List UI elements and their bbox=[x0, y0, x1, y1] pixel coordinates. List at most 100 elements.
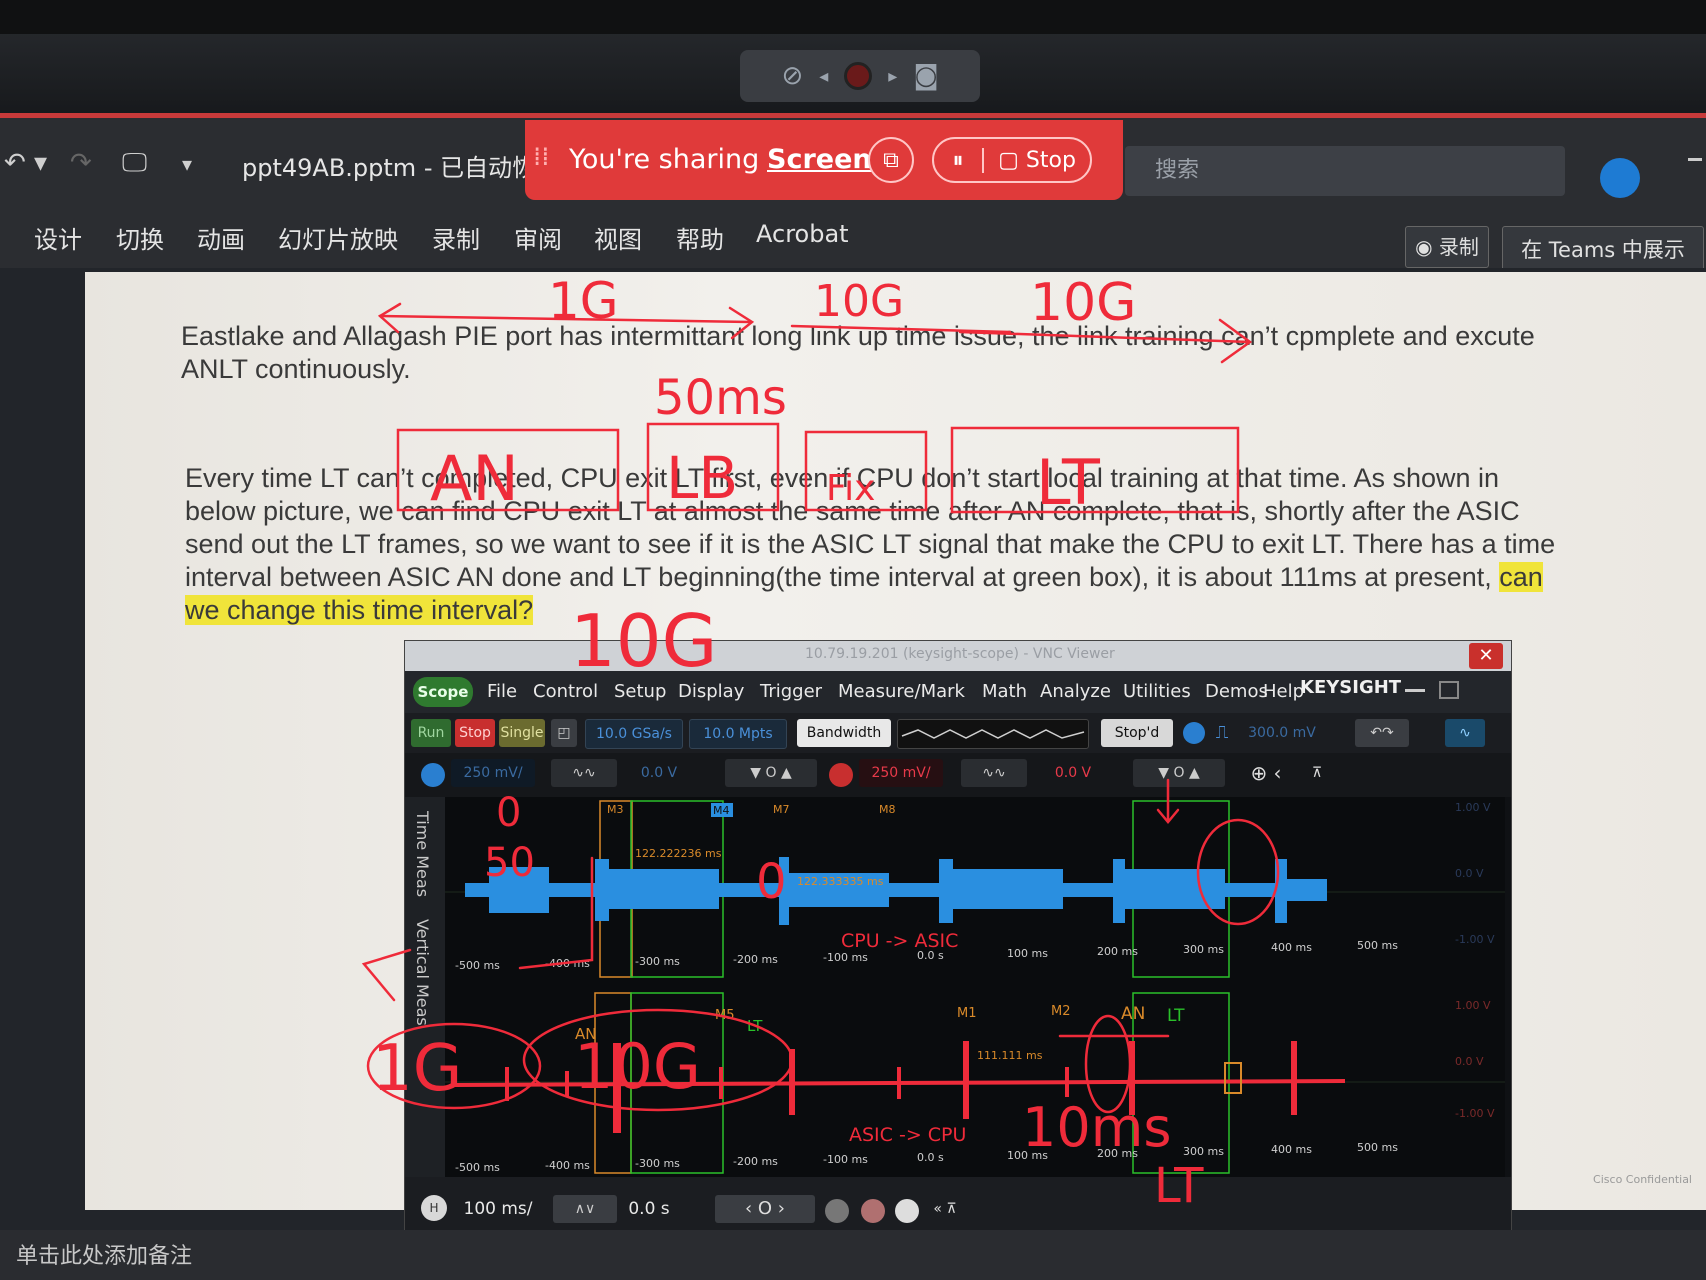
sample-rate-field[interactable]: 10.0 GSa/s bbox=[585, 719, 683, 749]
tab-review[interactable]: 审阅 bbox=[514, 220, 562, 255]
tick-top-6: 100 ms bbox=[1007, 947, 1048, 960]
collapse-pin-icon[interactable]: « ⊼ bbox=[925, 1195, 965, 1223]
ch1-scale-field[interactable]: 250 mV/ bbox=[451, 759, 535, 787]
menu-display[interactable]: Display bbox=[678, 681, 744, 702]
tab-acrobat[interactable]: Acrobat bbox=[756, 220, 849, 248]
camera-bar: ⊘ ◂ ▸ ◙ bbox=[740, 50, 980, 102]
screen-share-banner: ⁞⁞ You're sharing Screen ⧉ ⏸ ▢ Stop bbox=[525, 120, 1123, 200]
menu-setup[interactable]: Setup bbox=[614, 681, 666, 702]
pin-icon[interactable]: ⊼ bbox=[1305, 759, 1329, 787]
tick-top-3: -200 ms bbox=[733, 953, 778, 966]
wave-icon[interactable]: ∿ bbox=[1445, 719, 1485, 747]
minimize-icon[interactable] bbox=[1688, 158, 1702, 161]
search-box[interactable]: 搜索 bbox=[1125, 146, 1565, 196]
tab-time-meas[interactable]: Time Meas bbox=[413, 811, 432, 897]
asic-cpu-label: ASIC -> CPU bbox=[849, 1124, 966, 1146]
close-icon[interactable]: ✕ bbox=[1469, 643, 1503, 669]
channel1-icon[interactable] bbox=[421, 763, 445, 787]
tick-top-7: 200 ms bbox=[1097, 945, 1138, 958]
timebase-field[interactable]: 100 ms/ bbox=[453, 1195, 543, 1223]
tab-animations[interactable]: 动画 bbox=[197, 220, 245, 255]
tick-bot-2: -300 ms bbox=[635, 1157, 680, 1170]
tab-help[interactable]: 帮助 bbox=[676, 220, 724, 255]
maximize-icon[interactable] bbox=[1439, 681, 1459, 699]
menu-demos[interactable]: Demos bbox=[1205, 681, 1268, 702]
stop-button[interactable]: Stop bbox=[455, 719, 495, 747]
menu-trigger[interactable]: Trigger bbox=[760, 681, 822, 702]
menu-math[interactable]: Math bbox=[982, 681, 1027, 702]
zoom-icon[interactable] bbox=[825, 1199, 849, 1223]
vnc-titlebar: 10.79.19.201 (keysight-scope) - VNC View… bbox=[405, 641, 1511, 671]
camera-off-icon[interactable]: ⊘ bbox=[781, 61, 803, 91]
horizontal-icon[interactable]: H bbox=[421, 1195, 447, 1221]
menu-help[interactable]: Help bbox=[1263, 681, 1304, 702]
undo-icon[interactable]: ↶ ▾ bbox=[4, 148, 47, 178]
autoscale-icon[interactable]: ◰ bbox=[551, 719, 577, 747]
notes-placeholder: 单击此处添加备注 bbox=[16, 1244, 193, 1269]
menu-file[interactable]: File bbox=[487, 681, 517, 702]
ch1-adjust-icons[interactable]: ▼ O ▲ bbox=[725, 759, 817, 787]
memory-depth-field[interactable]: 10.0 Mpts bbox=[689, 719, 787, 749]
stop-share-button[interactable]: ▢ Stop bbox=[984, 148, 1090, 173]
ch2-coupling-icon[interactable]: ∿∿ bbox=[961, 759, 1027, 787]
marker-m7: M7 bbox=[773, 803, 790, 816]
ch2-offset-field[interactable]: 0.0 V bbox=[1033, 759, 1113, 787]
notes-pane[interactable]: 单击此处添加备注 bbox=[0, 1230, 1706, 1280]
tick-bot-8: 300 ms bbox=[1183, 1145, 1224, 1158]
record-icon[interactable] bbox=[861, 1199, 885, 1223]
camera-icon[interactable]: ◙ bbox=[913, 61, 938, 91]
present-icon[interactable]: 🖵 bbox=[122, 148, 147, 179]
pause-share-button[interactable]: ⏸ bbox=[934, 147, 985, 173]
record-button[interactable]: ◉ 录制 bbox=[1405, 226, 1489, 268]
tab-transitions[interactable]: 切换 bbox=[116, 220, 164, 255]
tab-vertical-meas[interactable]: Vertical Meas bbox=[413, 919, 432, 1026]
clock-icon[interactable] bbox=[895, 1199, 919, 1223]
avatar[interactable] bbox=[1600, 158, 1640, 198]
record-dot-icon[interactable] bbox=[844, 62, 873, 90]
tab-record[interactable]: 录制 bbox=[432, 220, 480, 255]
menu-measure-mark[interactable]: Measure/Mark bbox=[838, 681, 965, 702]
bezel-top bbox=[0, 0, 1706, 34]
trigger-source-icon[interactable] bbox=[1183, 722, 1205, 744]
add-channel-icon[interactable]: ⊕ ‹ bbox=[1241, 759, 1291, 787]
ch2-scale-field[interactable]: 250 mV/ bbox=[859, 759, 943, 787]
timebase-adjust-icon[interactable]: ∧∨ bbox=[553, 1195, 617, 1223]
ch2-adjust-icons[interactable]: ▼ O ▲ bbox=[1133, 759, 1225, 787]
delay-adjust-icons[interactable]: ‹ O › bbox=[715, 1195, 815, 1223]
share-options-icon[interactable]: ⧉ bbox=[868, 137, 914, 183]
ch1-offset-field[interactable]: 0.0 V bbox=[619, 759, 699, 787]
para1-line2: ANLT continuously. bbox=[181, 354, 411, 384]
tab-slideshow[interactable]: 幻灯片放映 bbox=[278, 220, 398, 255]
volt-bottom-3: -1.00 V bbox=[1455, 1107, 1495, 1120]
delay-field[interactable]: 0.0 s bbox=[619, 1195, 679, 1223]
redo-icon[interactable]: ↷ bbox=[70, 148, 92, 178]
tab-design[interactable]: 设计 bbox=[34, 220, 82, 255]
bandwidth-button[interactable]: Bandwidth bbox=[797, 719, 891, 747]
marker-m4: M4 bbox=[713, 804, 730, 817]
confidential-label: Cisco Confidential bbox=[1593, 1173, 1692, 1186]
menu-control[interactable]: Control bbox=[533, 681, 598, 702]
undo-redo-icon[interactable]: ↶↷ bbox=[1355, 719, 1409, 747]
scope-logo-button[interactable]: Scope bbox=[413, 677, 473, 707]
menu-analyze[interactable]: Analyze bbox=[1040, 681, 1111, 702]
ch1-coupling-icon[interactable]: ∿∿ bbox=[551, 759, 617, 787]
channel2-icon[interactable] bbox=[829, 763, 853, 787]
trigger-level-field[interactable]: 300.0 mV bbox=[1237, 719, 1327, 747]
sharing-target-link[interactable]: Screen bbox=[767, 144, 872, 175]
tick-top-1: -400 ms bbox=[545, 957, 590, 970]
customize-qat-icon[interactable]: ▾ bbox=[182, 152, 192, 176]
present-in-teams-button[interactable]: 在 Teams 中展示 bbox=[1502, 226, 1704, 274]
waveform-plot: M3 M4 M7 M8 122.222236 ms 122.333335 ms … bbox=[445, 797, 1505, 1177]
marker-m3: M3 bbox=[607, 803, 624, 816]
drag-handle-icon[interactable]: ⁞⁞ bbox=[533, 142, 550, 172]
run-button[interactable]: Run bbox=[411, 719, 451, 747]
para2-line3: send out the LT frames, so we want to se… bbox=[185, 529, 1556, 559]
tick-top-5: 0.0 s bbox=[917, 949, 944, 962]
rising-edge-icon[interactable]: ⎍ bbox=[1211, 719, 1233, 747]
menu-utilities[interactable]: Utilities bbox=[1123, 681, 1191, 702]
tab-view[interactable]: 视图 bbox=[594, 220, 642, 255]
tick-top-0: -500 ms bbox=[455, 959, 500, 972]
single-button[interactable]: Single bbox=[499, 719, 545, 747]
tick-bot-4: -100 ms bbox=[823, 1153, 868, 1166]
minimize-icon[interactable] bbox=[1405, 689, 1425, 692]
